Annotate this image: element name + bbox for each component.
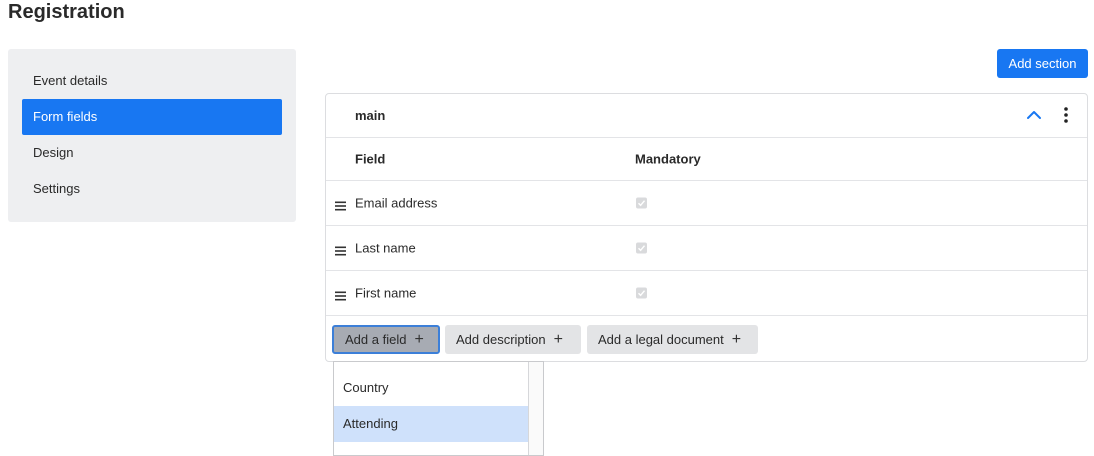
add-description-button[interactable]: Add description + [445, 325, 581, 354]
plus-icon: + [553, 330, 563, 348]
field-type-dropdown: Country Attending [333, 361, 544, 456]
sidebar-item-settings[interactable]: Settings [22, 171, 282, 207]
table-header: Field Mandatory [326, 138, 1087, 181]
field-label: Email address [355, 195, 438, 211]
mandatory-checkbox [636, 197, 647, 209]
drag-handle-icon[interactable] [335, 244, 346, 256]
add-description-label: Add description [456, 332, 546, 347]
page-title: Registration [8, 1, 125, 23]
mandatory-checkbox [636, 242, 647, 254]
table-row: Last name [326, 226, 1087, 271]
more-vertical-icon[interactable] [1059, 105, 1073, 125]
dropdown-option-country[interactable]: Country [334, 370, 528, 406]
plus-icon: + [414, 330, 424, 348]
table-row: Email address [326, 181, 1087, 226]
dropdown-option-attending[interactable]: Attending [334, 406, 528, 442]
dropdown-scrollbar[interactable] [528, 362, 543, 455]
sidebar-item-event-details[interactable]: Event details [22, 63, 282, 99]
drag-handle-icon[interactable] [335, 199, 346, 211]
section-name: main [355, 108, 386, 123]
mandatory-checkbox [636, 287, 647, 299]
add-field-label: Add a field [345, 332, 407, 347]
sidebar-item-form-fields[interactable]: Form fields [22, 99, 282, 135]
drag-handle-icon[interactable] [335, 289, 346, 301]
column-header-mandatory: Mandatory [635, 151, 701, 167]
field-label: First name [355, 285, 417, 301]
column-header-field: Field [355, 151, 386, 167]
section-header: main [326, 94, 1087, 138]
add-section-button[interactable]: Add section [997, 49, 1088, 78]
add-legal-document-label: Add a legal document [598, 332, 724, 347]
sidebar-item-design[interactable]: Design [22, 135, 282, 171]
add-field-button[interactable]: Add a field + [332, 325, 440, 354]
table-row: First name [326, 271, 1087, 316]
field-label: Last name [355, 240, 416, 256]
form-section: main Field Mandatory Email address Last … [325, 93, 1088, 362]
plus-icon: + [731, 330, 742, 348]
sidebar: Event details Form fields Design Setting… [8, 49, 296, 222]
add-legal-document-button[interactable]: Add a legal document + [587, 325, 758, 354]
chevron-up-icon[interactable] [1025, 106, 1043, 124]
